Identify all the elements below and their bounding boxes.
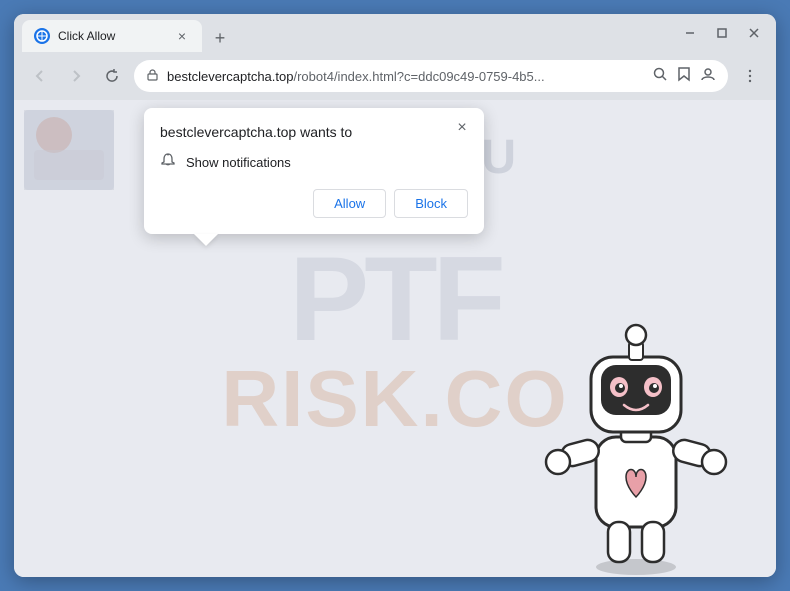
maximize-button[interactable] (708, 19, 736, 47)
notification-row: Show notifications (160, 152, 468, 173)
robot-illustration (536, 257, 736, 577)
popup-arrow (194, 234, 218, 246)
menu-button[interactable] (736, 62, 764, 90)
bell-icon (160, 152, 176, 173)
search-icon[interactable] (652, 66, 668, 86)
bookmark-icon[interactable] (676, 66, 692, 86)
browser-window: Click Allow × + (14, 14, 776, 577)
address-bar: bestclevercaptcha.top/robot4/index.html?… (14, 52, 776, 100)
watermark-risk: RISK.CO (221, 359, 568, 439)
window-controls (676, 19, 768, 47)
url-domain: bestclevercaptcha.top (167, 69, 293, 84)
popup-title: bestclevercaptcha.top wants to (160, 124, 468, 140)
block-button[interactable]: Block (394, 189, 468, 218)
popup-close-button[interactable]: × (452, 118, 472, 138)
account-icon[interactable] (700, 66, 716, 86)
title-bar: Click Allow × + (14, 14, 776, 52)
robot-svg (536, 257, 736, 577)
refresh-button[interactable] (98, 62, 126, 90)
active-tab[interactable]: Click Allow × (22, 20, 202, 52)
watermark: PTF RISK.CO (221, 239, 568, 439)
popup-buttons: Allow Block (160, 189, 468, 218)
lock-icon (146, 68, 159, 84)
url-text: bestclevercaptcha.top/robot4/index.html?… (167, 69, 644, 84)
tab-area: Click Allow × + (22, 14, 672, 52)
new-tab-button[interactable]: + (206, 24, 234, 52)
window-close-button[interactable] (740, 19, 768, 47)
url-icons (652, 66, 716, 86)
tab-title: Click Allow (58, 29, 166, 43)
url-bar[interactable]: bestclevercaptcha.top/robot4/index.html?… (134, 60, 728, 92)
allow-button[interactable]: Allow (313, 189, 386, 218)
minimize-button[interactable] (676, 19, 704, 47)
notification-label: Show notifications (186, 155, 291, 170)
notification-popup: × bestclevercaptcha.top wants to Show no… (144, 108, 484, 234)
tab-favicon (34, 28, 50, 44)
tab-close-button[interactable]: × (174, 28, 190, 44)
watermark-ptf: PTF (289, 239, 501, 359)
page-content: PTF RISK.CO YOU (14, 100, 776, 577)
image-placeholder (24, 110, 114, 190)
forward-button[interactable] (62, 62, 90, 90)
url-path: /robot4/index.html?c=ddc09c49-0759-4b5..… (293, 69, 544, 84)
back-button[interactable] (26, 62, 54, 90)
